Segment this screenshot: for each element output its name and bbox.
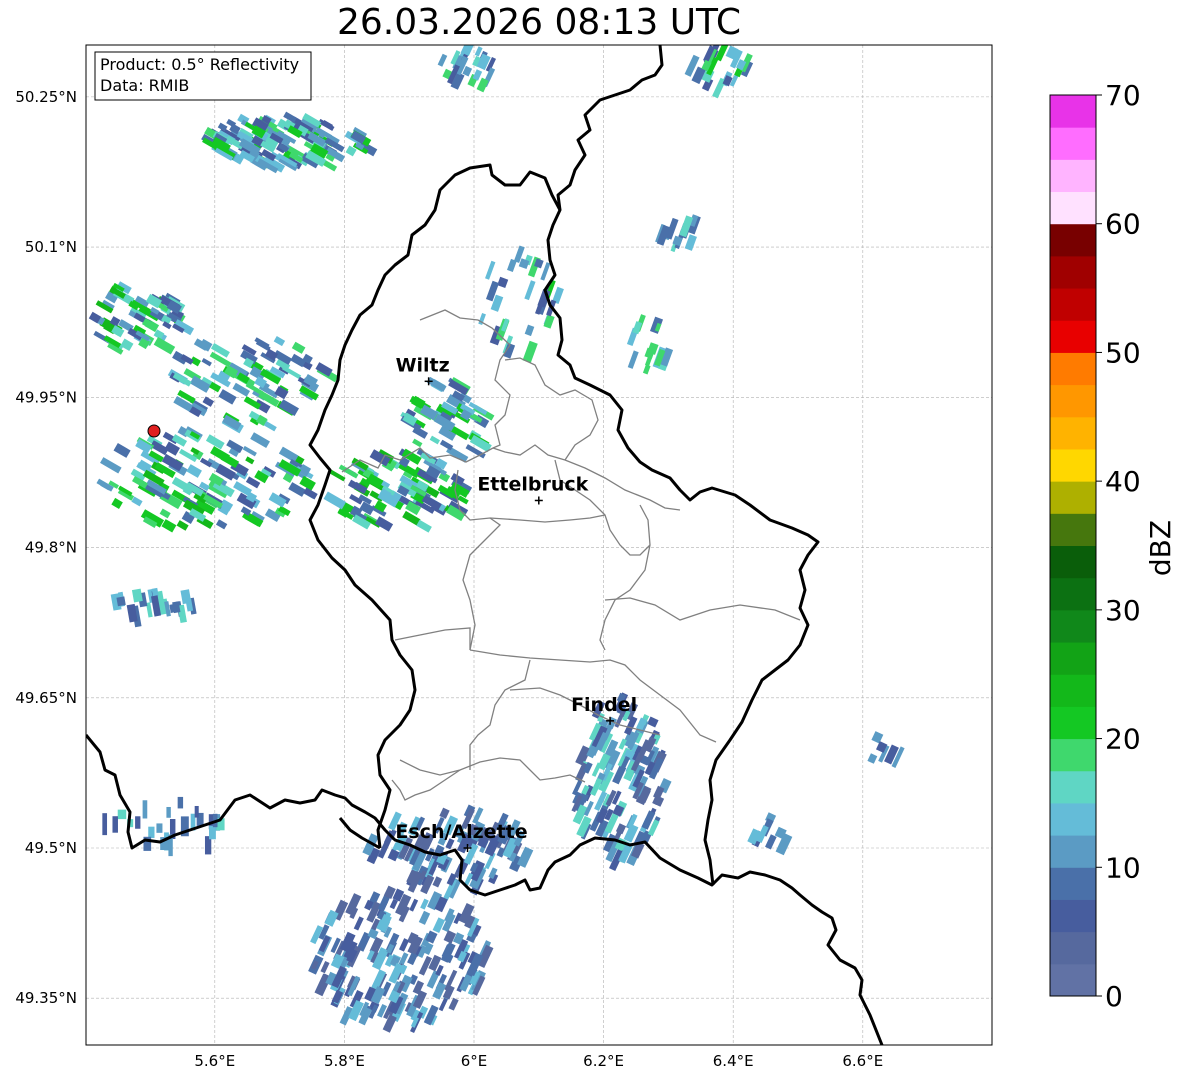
colorbar-bin: [1050, 642, 1096, 675]
radar-echo: [209, 825, 216, 840]
colorbar-tick-label: 40: [1105, 465, 1141, 498]
colorbar-bin: [1050, 159, 1096, 193]
colorbar-bin: [1050, 545, 1096, 579]
colorbar-bin: [1050, 706, 1096, 740]
radar-echo: [135, 816, 141, 829]
colorbar-bin: [1050, 738, 1096, 772]
colorbar-bin: [1050, 352, 1096, 386]
lon-tick-label: 5.8°E: [324, 1052, 365, 1070]
colorbar-bin: [1050, 802, 1096, 836]
colorbar-bin: [1050, 127, 1096, 160]
product-label: Product: 0.5° Reflectivity: [100, 55, 299, 74]
colorbar-bin: [1050, 95, 1096, 128]
colorbar-bin: [1050, 513, 1096, 546]
data-source-label: Data: RMIB: [100, 76, 189, 95]
colorbar-tick-label: 10: [1105, 851, 1141, 884]
lon-tick-label: 6.2°E: [583, 1052, 624, 1070]
radar-echo: [117, 809, 127, 820]
radar-echo: [156, 823, 163, 833]
radar-echo: [177, 796, 184, 809]
radar-echo: [116, 596, 126, 607]
radar-echo: [148, 826, 155, 838]
lat-tick-label: 49.5°N: [25, 839, 77, 857]
colorbar-bins: [1050, 95, 1096, 997]
colorbar-bin: [1050, 288, 1096, 321]
colorbar-bin: [1050, 320, 1096, 353]
longitude-tick-labels: 5.6°E 5.8°E 6°E 6.2°E 6.4°E 6.6°E: [194, 1052, 883, 1070]
lon-tick-label: 6°E: [461, 1052, 488, 1070]
city-label: Ettelbruck: [477, 473, 588, 495]
colorbar-bin: [1050, 770, 1096, 804]
lat-tick-label: 50.1°N: [25, 238, 77, 256]
radar-echo: [194, 805, 199, 818]
colorbar-bin: [1050, 835, 1096, 868]
colorbar-bin: [1050, 448, 1096, 482]
colorbar: 0 10 20 30 40 50 60 70 dBZ: [1049, 79, 1177, 1013]
colorbar-bin: [1050, 609, 1096, 643]
colorbar-bin: [1050, 223, 1096, 257]
lat-tick-label: 49.65°N: [15, 689, 77, 707]
city-label: Esch/Alzette: [395, 821, 527, 843]
radar-map-figure: Wiltz Ettelbruck Findel Esch/Alzette 50.25°…: [15, 44, 1177, 1070]
radar-echo: [166, 806, 171, 818]
radar-echo: [142, 800, 148, 819]
colorbar-bin: [1050, 481, 1096, 514]
colorbar-bin: [1050, 384, 1096, 418]
product-info-box: Product: 0.5° Reflectivity Data: RMIB: [94, 51, 312, 101]
latitude-tick-labels: 50.25°N 50.1°N 49.95°N 49.8°N 49.65°N 49.5°N 4…: [15, 88, 77, 1007]
radar-echo: [112, 816, 118, 833]
colorbar-tick-label: 50: [1105, 336, 1141, 369]
lon-tick-label: 6.6°E: [842, 1052, 883, 1070]
colorbar-bin: [1050, 963, 1096, 997]
colorbar-tick-label: 70: [1105, 79, 1141, 112]
lat-tick-label: 50.25°N: [15, 88, 77, 106]
colorbar-bin: [1050, 416, 1096, 450]
colorbar-ticks: 0 10 20 30 40 50 60 70: [1096, 79, 1141, 1013]
colorbar-bin: [1050, 674, 1096, 707]
colorbar-bin: [1050, 899, 1096, 933]
colorbar-bin: [1050, 867, 1096, 900]
colorbar-bin: [1050, 255, 1096, 289]
radar-echo: [102, 813, 108, 836]
colorbar-bin: [1050, 931, 1096, 965]
colorbar-tick-label: 30: [1105, 594, 1141, 627]
lat-tick-label: 49.95°N: [15, 388, 77, 406]
colorbar-bin: [1050, 577, 1096, 611]
lon-tick-label: 5.6°E: [194, 1052, 235, 1070]
colorbar-tick-label: 20: [1105, 723, 1141, 756]
lat-tick-label: 49.8°N: [25, 539, 77, 557]
city-label: Wiltz: [396, 354, 450, 376]
colorbar-tick-label: 0: [1105, 980, 1123, 1013]
lat-tick-label: 49.35°N: [15, 989, 77, 1007]
radar-site-marker: [147, 424, 161, 438]
city-label: Findel: [571, 694, 637, 716]
colorbar-unit-label: dBZ: [1144, 520, 1177, 576]
map-plot-area[interactable]: [86, 45, 992, 1045]
colorbar-bin: [1050, 191, 1096, 225]
lon-tick-label: 6.4°E: [713, 1052, 754, 1070]
colorbar-tick-label: 60: [1105, 208, 1141, 241]
